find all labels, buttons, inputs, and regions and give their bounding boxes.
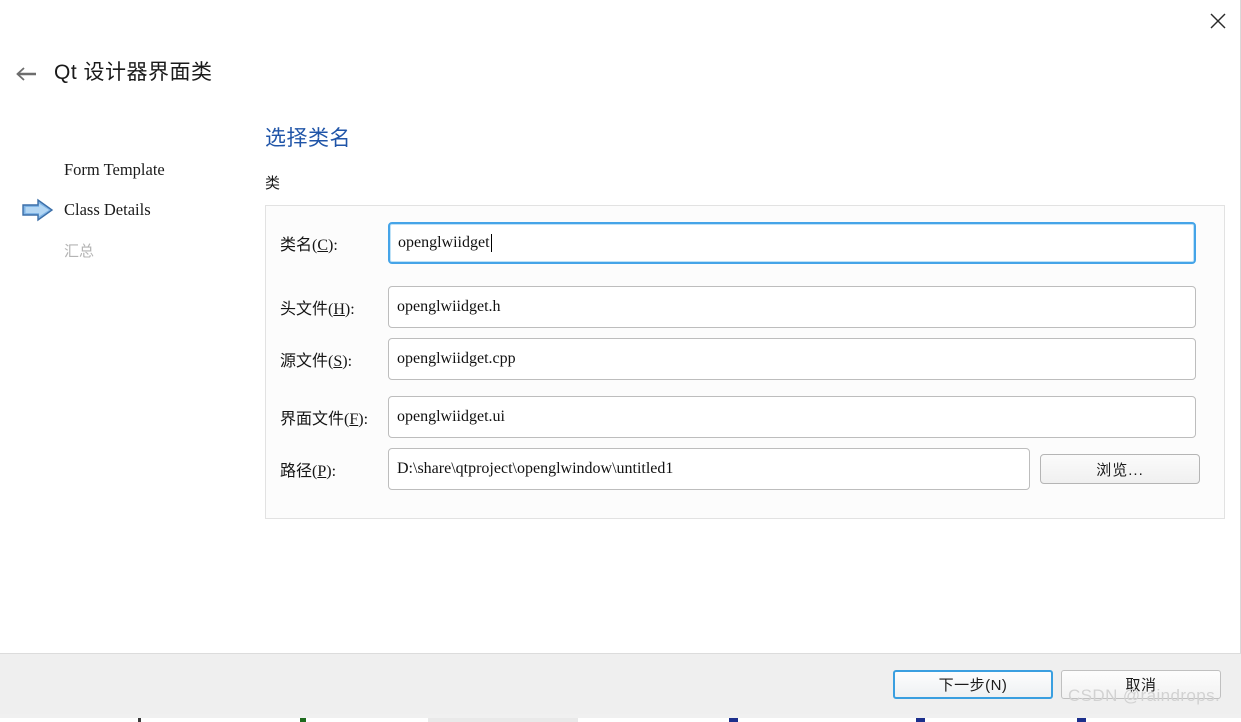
sidebar-item-label: Form Template [64, 160, 165, 179]
background-tick [300, 718, 306, 722]
header-file-input[interactable]: openglwiidget.h [388, 286, 1196, 328]
browse-button[interactable]: 浏览... [1040, 454, 1200, 484]
ui-file-input[interactable]: openglwiidget.ui [388, 396, 1196, 438]
class-details-groupbox: 类名(C): openglwiidget 头文件(H): openglwiidg… [265, 205, 1225, 519]
background-tick [729, 718, 738, 722]
section-heading: 选择类名 [265, 127, 351, 150]
next-button[interactable]: 下一步(N) [893, 670, 1053, 699]
page-title: Qt 设计器界面类 [54, 61, 213, 84]
background-tick [916, 718, 925, 722]
path-label: 路径(P): [280, 463, 337, 480]
header-file-value: openglwiidget.h [397, 298, 501, 315]
dialog-footer: 下一步(N) 取消 [0, 653, 1241, 714]
source-file-label: 源文件(S): [280, 353, 353, 370]
source-file-input[interactable]: openglwiidget.cpp [388, 338, 1196, 380]
field-row-path: 路径(P): D:\share\qtproject\openglwindow\u… [266, 448, 1226, 490]
dialog-header: Qt 设计器界面类 [0, 56, 600, 96]
sidebar-item-class-details[interactable]: Class Details [0, 190, 250, 230]
close-button[interactable] [1195, 0, 1241, 42]
source-file-value: openglwiidget.cpp [397, 350, 516, 367]
sidebar-item-label: 汇总 [64, 242, 95, 260]
text-caret [490, 234, 492, 252]
field-row-source-file: 源文件(S): openglwiidget.cpp [266, 338, 1226, 380]
back-button[interactable] [12, 62, 42, 90]
wizard-dialog-window: Qt 设计器界面类 Form Template Class Details 汇总… [0, 0, 1241, 714]
sidebar-item-form-template[interactable]: Form Template [0, 150, 250, 190]
background-tick [428, 718, 578, 722]
blue-arrow-icon [22, 198, 54, 222]
background-strip [0, 714, 1241, 718]
class-name-label: 类名(C): [280, 237, 338, 254]
field-row-header-file: 头文件(H): openglwiidget.h [266, 286, 1226, 328]
close-icon [1208, 11, 1228, 31]
wizard-step-nav: Form Template Class Details 汇总 [0, 150, 250, 270]
main-content: 选择类名 类 类名(C): openglwiidget 头文件(H): open… [265, 126, 1227, 519]
path-input[interactable]: D:\share\qtproject\openglwindow\untitled… [388, 448, 1030, 490]
sidebar-item-summary[interactable]: 汇总 [0, 230, 250, 270]
ui-file-label: 界面文件(F): [280, 411, 369, 428]
header-file-label: 头文件(H): [280, 301, 355, 318]
ui-file-value: openglwiidget.ui [397, 408, 505, 425]
class-name-value: openglwiidget [398, 234, 490, 251]
background-tick [138, 718, 141, 722]
group-label: 类 [265, 175, 281, 192]
background-tick [1077, 718, 1086, 722]
background-window-sliver [0, 714, 1241, 722]
back-arrow-icon [15, 65, 39, 88]
title-bar [0, 0, 1241, 46]
path-value: D:\share\qtproject\openglwindow\untitled… [397, 460, 674, 477]
field-row-ui-file: 界面文件(F): openglwiidget.ui [266, 396, 1226, 438]
watermark-text: CSDN @raindrops. [1068, 686, 1221, 705]
field-row-class-name: 类名(C): openglwiidget [266, 222, 1226, 264]
class-name-input[interactable]: openglwiidget [388, 222, 1196, 264]
sidebar-item-label: Class Details [64, 200, 151, 219]
